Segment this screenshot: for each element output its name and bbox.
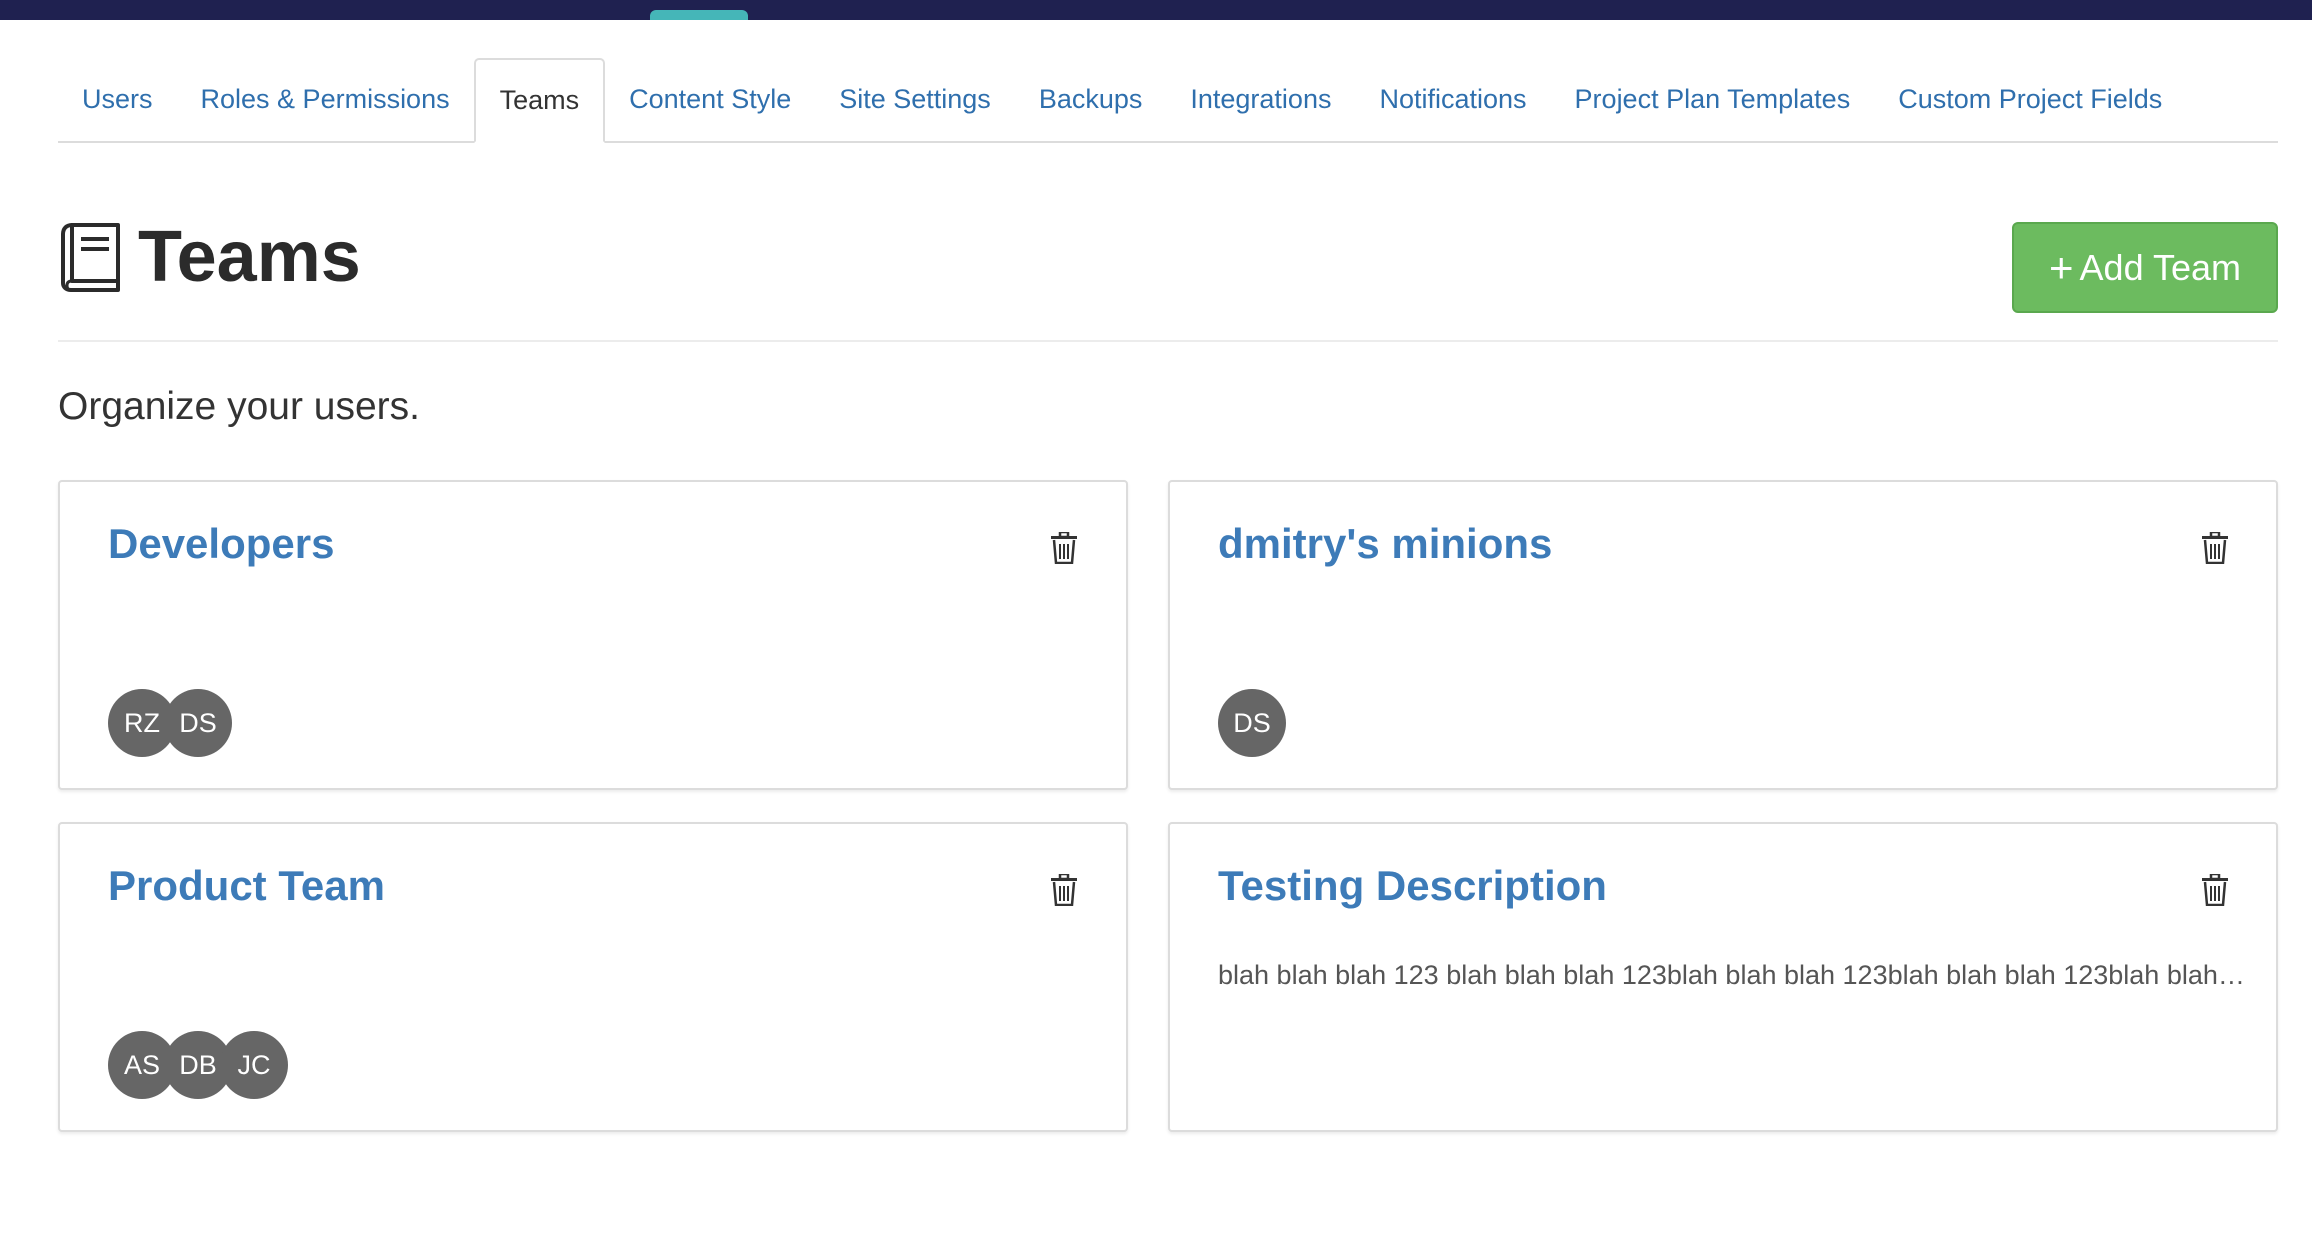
team-name-link[interactable]: Product Team	[108, 862, 385, 910]
team-name-link[interactable]: Testing Description	[1218, 862, 1607, 910]
top-bar-indicator	[650, 10, 748, 20]
title-group: Teams	[58, 221, 361, 293]
team-card: dmitry's minions DS	[1168, 480, 2278, 790]
book-icon	[61, 223, 120, 292]
tab-backups[interactable]: Backups	[1015, 58, 1167, 141]
trash-icon[interactable]	[2201, 874, 2229, 906]
tab-site-settings[interactable]: Site Settings	[815, 58, 1015, 141]
tab-integrations[interactable]: Integrations	[1166, 58, 1355, 141]
avatar[interactable]: JC	[220, 1031, 288, 1099]
plus-icon: +	[2049, 243, 2074, 291]
team-card: Testing Description blah blah blah 123 b…	[1168, 822, 2278, 1132]
team-name-link[interactable]: Developers	[108, 520, 334, 568]
tab-roles-permissions[interactable]: Roles & Permissions	[177, 58, 474, 141]
trash-icon[interactable]	[1050, 874, 1078, 906]
tab-content-style[interactable]: Content Style	[605, 58, 815, 141]
team-description: blah blah blah 123 blah blah blah 123bla…	[1218, 960, 2248, 990]
add-team-label: Add Team	[2079, 246, 2241, 288]
member-avatars: RZ DS	[108, 689, 232, 757]
top-bar	[0, 0, 2312, 20]
team-card: Product Team AS DB JC	[58, 822, 1128, 1132]
add-team-button[interactable]: + Add Team	[2012, 222, 2278, 313]
team-card: Developers RZ DS	[58, 480, 1128, 790]
trash-icon[interactable]	[1050, 532, 1078, 564]
tab-project-plan-templates[interactable]: Project Plan Templates	[1551, 58, 1875, 141]
page-subtitle: Organize your users.	[58, 385, 420, 428]
avatar[interactable]: DS	[164, 689, 232, 757]
tab-custom-project-fields[interactable]: Custom Project Fields	[1874, 58, 2186, 141]
tab-users[interactable]: Users	[58, 58, 177, 141]
member-avatars: DS	[1218, 689, 1286, 757]
team-name-link[interactable]: dmitry's minions	[1218, 520, 1552, 568]
member-avatars: AS DB JC	[108, 1031, 288, 1099]
page-title: Teams	[138, 217, 361, 297]
avatar[interactable]: DS	[1218, 689, 1286, 757]
trash-icon[interactable]	[2201, 532, 2229, 564]
page-header: Teams + Add Team	[58, 215, 2278, 342]
tab-teams[interactable]: Teams	[473, 58, 606, 143]
settings-tabs: Users Roles & Permissions Teams Content …	[58, 58, 2278, 143]
tab-notifications[interactable]: Notifications	[1355, 58, 1550, 141]
